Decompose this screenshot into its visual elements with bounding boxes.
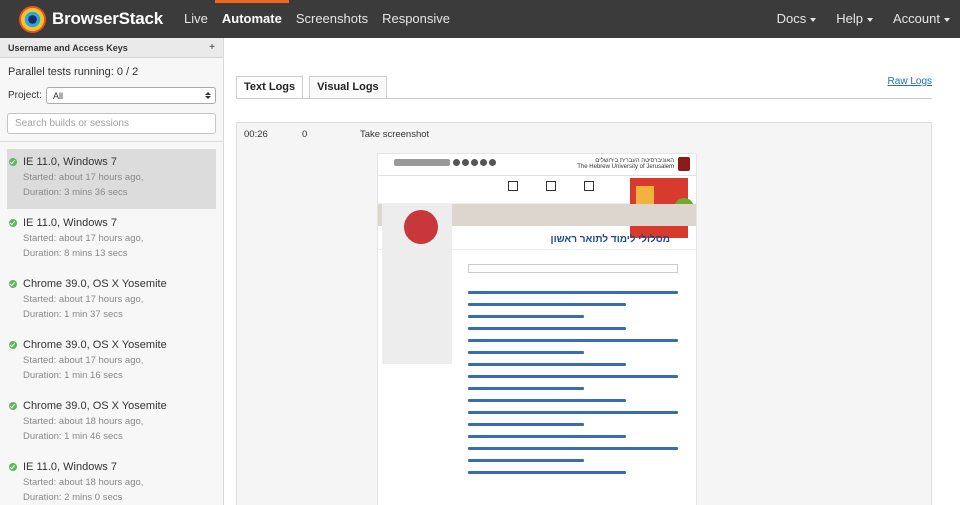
shot-header: האוניברסיטה העברית בירושלים The Hebrew U… xyxy=(378,154,696,176)
session-title: IE 11.0, Windows 7 xyxy=(23,217,117,229)
session-title-row: IE 11.0, Windows 7 xyxy=(9,215,216,231)
log-action: Take screenshot xyxy=(360,129,430,140)
session-duration: Duration: 1 min 46 secs xyxy=(23,431,123,442)
session-started: Started: about 17 hours ago, xyxy=(23,355,144,366)
search-box xyxy=(7,113,216,134)
primary-nav: Live Automate Screenshots Responsive xyxy=(177,0,457,38)
tabs-underline xyxy=(236,98,932,99)
nav-screenshots[interactable]: Screenshots xyxy=(289,0,375,38)
secondary-nav: Docs Help Account xyxy=(767,0,960,38)
session-title-row: IE 11.0, Windows 7 xyxy=(9,459,216,475)
log-time: 00:26 xyxy=(244,129,268,140)
brand-name: BrowserStack xyxy=(52,9,163,28)
nav-live[interactable]: Live xyxy=(177,0,215,38)
shot-university-en: The Hebrew University of Jerusalem xyxy=(577,164,674,170)
select-arrows-icon xyxy=(205,92,211,99)
shot-nav-icon xyxy=(584,181,594,191)
session-title: IE 11.0, Windows 7 xyxy=(23,156,117,168)
session-title-row: IE 11.0, Windows 7 xyxy=(9,154,216,170)
project-select[interactable]: All xyxy=(46,87,216,104)
shot-university-name: האוניברסיטה העברית בירושלים The Hebrew U… xyxy=(577,158,674,170)
session-started: Started: about 18 hours ago, xyxy=(23,477,144,488)
log-row: 00:26 0 Take screenshot xyxy=(237,123,931,145)
tab-text-logs[interactable]: Text Logs xyxy=(236,76,304,98)
log-number: 0 xyxy=(302,129,308,140)
session-item[interactable]: Chrome 39.0, OS X Yosemite Started: abou… xyxy=(7,393,216,453)
nav-docs-label: Docs xyxy=(776,11,807,26)
project-label: Project: xyxy=(8,90,42,101)
session-title: Chrome 39.0, OS X Yosemite xyxy=(23,339,167,351)
session-item[interactable]: IE 11.0, Windows 7 Started: about 18 hou… xyxy=(7,454,216,505)
shot-left-column xyxy=(382,204,452,364)
sidebar: Username and Access Keys + Parallel test… xyxy=(0,38,224,505)
shot-nav-icon xyxy=(508,181,518,191)
passed-check-icon xyxy=(9,341,17,349)
passed-check-icon xyxy=(9,280,17,288)
chevron-down-icon xyxy=(810,17,817,22)
session-title: Chrome 39.0, OS X Yosemite xyxy=(23,278,167,290)
session-duration: Duration: 1 min 16 secs xyxy=(23,370,123,381)
session-item[interactable]: IE 11.0, Windows 7 Started: about 17 hou… xyxy=(7,210,216,270)
brand-logo[interactable]: BrowserStack xyxy=(19,5,163,33)
raw-logs-link[interactable]: Raw Logs xyxy=(888,76,932,87)
log-tabs: Text Logs Visual Logs xyxy=(236,76,393,98)
search-input[interactable] xyxy=(15,118,208,129)
nav-help-label: Help xyxy=(836,11,864,26)
shot-badge-icon xyxy=(404,210,438,244)
session-duration: Duration: 8 mins 13 secs xyxy=(23,248,128,259)
access-keys-title: Username and Access Keys xyxy=(8,42,128,53)
session-item[interactable]: IE 11.0, Windows 7 Started: about 17 hou… xyxy=(7,149,216,209)
shot-link-list xyxy=(468,282,678,483)
chevron-down-icon xyxy=(944,17,950,22)
session-title: Chrome 39.0, OS X Yosemite xyxy=(23,400,167,412)
shot-search-bar xyxy=(394,159,450,166)
passed-check-icon xyxy=(9,219,17,227)
session-started: Started: about 17 hours ago, xyxy=(23,294,144,305)
nav-help[interactable]: Help xyxy=(826,0,883,38)
chevron-down-icon xyxy=(867,17,874,22)
session-started: Started: about 17 hours ago, xyxy=(23,233,144,244)
shot-social-icons xyxy=(453,159,496,166)
session-title-row: Chrome 39.0, OS X Yosemite xyxy=(9,337,216,353)
nav-automate[interactable]: Automate xyxy=(214,0,289,38)
screenshot-thumbnail[interactable]: האוניברסיטה העברית בירושלים The Hebrew U… xyxy=(377,153,697,505)
main-content: Text Logs Visual Logs Raw Logs 00:26 0 T… xyxy=(224,38,960,505)
passed-check-icon xyxy=(9,158,17,166)
university-crest-icon xyxy=(678,157,690,171)
passed-check-icon xyxy=(9,402,17,410)
shot-page-title: מסלולי לימוד לתואר ראשון xyxy=(550,234,670,245)
log-panel: 00:26 0 Take screenshot האוניברסיטה העבר… xyxy=(236,122,932,505)
project-filter: Project: All xyxy=(0,87,223,104)
shot-nav xyxy=(378,176,696,238)
nav-docs[interactable]: Docs xyxy=(767,0,827,38)
session-duration: Duration: 1 min 37 secs xyxy=(23,309,123,320)
session-title: IE 11.0, Windows 7 xyxy=(23,461,117,473)
parallel-tests-status: Parallel tests running: 0 / 2 xyxy=(8,66,139,78)
access-keys-header[interactable]: Username and Access Keys + xyxy=(0,38,223,58)
session-duration: Duration: 2 mins 0 secs xyxy=(23,492,123,503)
nav-account[interactable]: Account xyxy=(883,0,960,38)
shot-search-field xyxy=(468,264,678,273)
session-item[interactable]: Chrome 39.0, OS X Yosemite Started: abou… xyxy=(7,332,216,392)
expand-icon[interactable]: + xyxy=(209,42,215,53)
session-list: IE 11.0, Windows 7 Started: about 17 hou… xyxy=(0,142,223,505)
browserstack-logo-icon xyxy=(19,5,46,33)
session-title-row: Chrome 39.0, OS X Yosemite xyxy=(9,398,216,414)
passed-check-icon xyxy=(9,463,17,471)
session-started: Started: about 17 hours ago, xyxy=(23,172,144,183)
project-select-value: All xyxy=(53,90,64,101)
session-item[interactable]: Chrome 39.0, OS X Yosemite Started: abou… xyxy=(7,271,216,331)
tab-visual-logs[interactable]: Visual Logs xyxy=(309,76,387,98)
session-started: Started: about 18 hours ago, xyxy=(23,416,144,427)
nav-responsive[interactable]: Responsive xyxy=(375,0,457,38)
session-title-row: Chrome 39.0, OS X Yosemite xyxy=(9,276,216,292)
nav-account-label: Account xyxy=(893,11,940,26)
top-navbar: BrowserStack Live Automate Screenshots R… xyxy=(0,0,960,38)
session-duration: Duration: 3 mins 36 secs xyxy=(23,187,128,198)
shot-nav-icon xyxy=(546,181,556,191)
